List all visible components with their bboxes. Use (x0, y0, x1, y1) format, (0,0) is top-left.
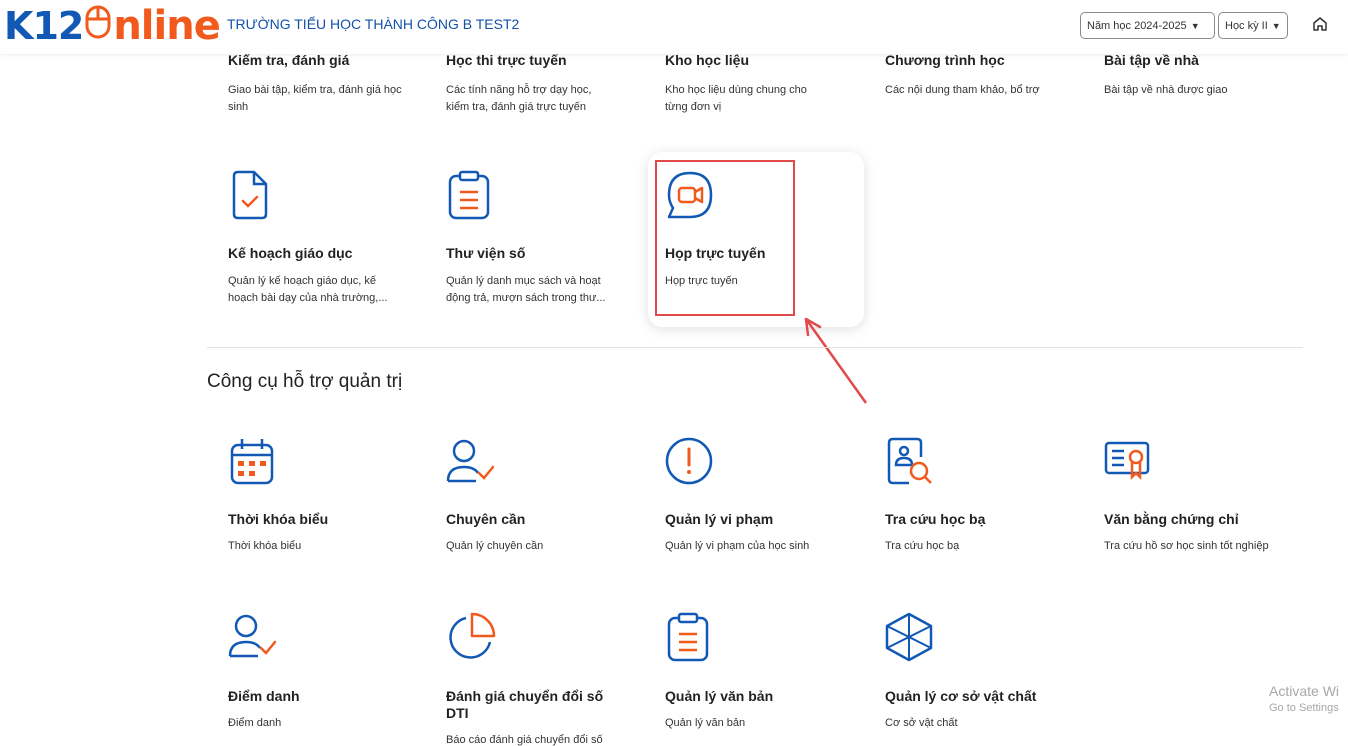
alert-circle-icon (665, 437, 715, 487)
card-desc: Các nội dung tham khảo, bổ trợ (885, 84, 1040, 96)
user-check-icon (228, 612, 278, 662)
card-title: Tra cứu học bạ (885, 511, 986, 527)
school-year-value: Năm học 2024-2025 (1087, 19, 1187, 32)
card-desc: Quản lý kế hoạch giáo dục, kế hoạch bài … (228, 275, 388, 304)
pie-chart-icon (446, 612, 496, 662)
card-title: Quản lý văn bản (665, 688, 774, 704)
card-title: Quản lý cơ sở vật chất (885, 688, 1037, 704)
card-desc: Quản lý danh mục sách và hoạt động trả, … (446, 275, 606, 304)
annotation-arrow (804, 317, 868, 404)
card-title: Văn bằng chứng chỉ (1104, 511, 1239, 527)
card-thu-vien-so[interactable]: Thư viện số Quản lý danh mục sách và hoạ… (446, 170, 656, 310)
highlight-rectangle (655, 160, 795, 316)
card-quan-ly-co-so-vat-chat[interactable]: Quản lý cơ sở vật chất Cơ sở vật chất (885, 612, 1095, 732)
card-ke-hoach-giao-duc[interactable]: Kế hoạch giáo dục Quản lý kế hoạch giáo … (228, 170, 438, 310)
card-desc: Quản lý văn bản (665, 717, 746, 729)
card-diem-danh[interactable]: Điểm danh Điểm danh (228, 612, 438, 732)
card-desc: Thời khóa biểu (228, 540, 302, 552)
card-desc: Điểm danh (228, 717, 282, 729)
school-year-select[interactable]: Năm học 2024-2025 ▼ (1080, 12, 1215, 39)
card-desc: Tra cứu học bạ (885, 540, 960, 552)
card-title: Kiểm tra, đánh giá (228, 52, 350, 68)
card-title: Thư viện số (446, 245, 526, 261)
search-profile-icon (885, 437, 935, 487)
clipboard-list-icon (446, 170, 496, 220)
activate-windows-watermark: Activate Wi (1269, 683, 1340, 699)
card-desc: Quản lý vi phạm của học sinh (665, 540, 810, 552)
certificate-icon (1104, 437, 1154, 487)
chevron-down-icon: ▼ (1271, 20, 1281, 31)
section-title-admin-tools: Công cụ hỗ trợ quản trị (207, 371, 403, 392)
term-value: Học kỳ II (1225, 19, 1268, 32)
document-check-icon (228, 170, 278, 220)
card-title: Kho học liệu (665, 52, 749, 68)
logo-text-k12: K12 (4, 4, 84, 48)
clipboard-list-icon (665, 612, 715, 662)
top-bar: K12 nline TRƯỜNG TIỂU HỌC THÀNH CÔNG B T… (0, 0, 1348, 54)
card-quan-ly-vi-pham[interactable]: Quản lý vi phạm Quản lý vi phạm của học … (665, 437, 875, 557)
card-thoi-khoa-bieu[interactable]: Thời khóa biểu Thời khóa biểu (228, 437, 438, 557)
card-desc: Kho học liệu dùng chung cho từng đơn vị (665, 84, 807, 113)
cube-icon (885, 612, 935, 662)
card-desc: Báo cáo đánh giá chuyển đổi số (446, 734, 603, 746)
chevron-down-icon: ▼ (1190, 20, 1200, 31)
card-title: Điểm danh (228, 688, 300, 704)
card-title: Chương trình học (885, 52, 1005, 68)
card-quan-ly-van-ban[interactable]: Quản lý văn bản Quản lý văn bản (665, 612, 875, 732)
card-title: Đánh giá chuyển đổi số DTI (446, 688, 604, 721)
card-chuyen-can[interactable]: Chuyên cần Quản lý chuyên cần (446, 437, 656, 557)
home-icon[interactable] (1310, 14, 1330, 34)
mouse-icon (85, 4, 111, 48)
card-desc: Cơ sở vật chất (885, 717, 958, 729)
card-danh-gia-chuyen-doi-so[interactable]: Đánh giá chuyển đổi số DTI Báo cáo đánh … (446, 612, 656, 746)
card-van-bang-chung-chi[interactable]: Văn bằng chứng chỉ Tra cứu hồ sơ học sin… (1104, 437, 1314, 557)
calendar-icon (228, 437, 278, 487)
card-desc: Giao bài tập, kiểm tra, đánh giá học sin… (228, 84, 402, 113)
user-check-icon (446, 437, 496, 487)
section-divider (207, 347, 1303, 348)
card-title: Thời khóa biểu (228, 511, 329, 527)
card-desc: Tra cứu hồ sơ học sinh tốt nghiệp (1104, 540, 1269, 552)
card-tra-cuu-hoc-ba[interactable]: Tra cứu học bạ Tra cứu học bạ (885, 437, 1095, 557)
term-select[interactable]: Học kỳ II ▼ (1218, 12, 1288, 39)
card-desc: Quản lý chuyên cần (446, 540, 544, 552)
card-title: Bài tập về nhà (1104, 52, 1199, 68)
card-title: Học thi trực tuyến (446, 52, 567, 68)
logo-text-nline: nline (113, 3, 221, 49)
card-title: Kế hoạch giáo dục (228, 245, 353, 261)
card-desc: Các tính năng hỗ trợ dạy học, kiểm tra, … (446, 84, 592, 113)
card-title: Chuyên cần (446, 511, 526, 527)
card-desc: Bài tập về nhà được giao (1104, 84, 1228, 96)
school-name: TRƯỜNG TIỂU HỌC THÀNH CÔNG B TEST2 (227, 16, 520, 32)
activate-windows-settings-hint: Go to Settings (1269, 702, 1339, 714)
card-title: Quản lý vi phạm (665, 511, 774, 527)
k12online-logo[interactable]: K12 nline (4, 3, 221, 49)
